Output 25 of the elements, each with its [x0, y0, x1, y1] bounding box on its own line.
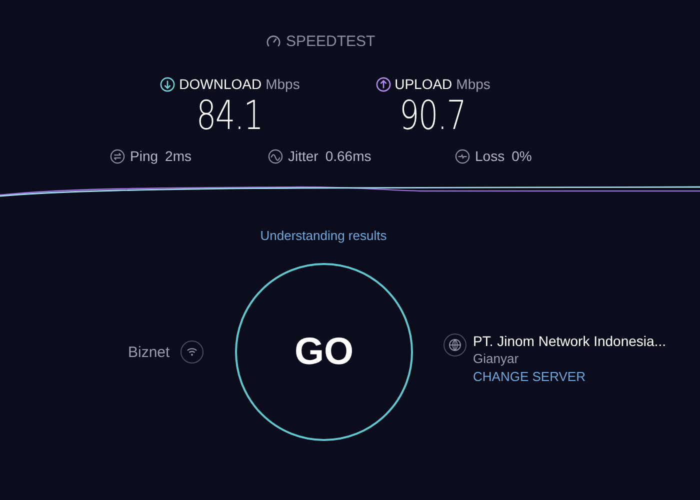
loss-icon [455, 148, 470, 164]
change-server-link[interactable]: CHANGE SERVER [473, 368, 666, 384]
go-button[interactable]: GO [235, 263, 413, 441]
provider-name: Biznet [128, 344, 170, 360]
wifi-icon [180, 340, 204, 364]
metric-label: Ping [130, 148, 158, 164]
metric-value: 0.66ms [325, 148, 372, 164]
result-label: UPLOAD [394, 76, 452, 92]
speed-value: 84.1 [196, 94, 264, 138]
metric-label: Jitter [288, 148, 318, 164]
unit-label: Mbps [266, 76, 300, 92]
unit-label: Mbps [456, 76, 490, 92]
gauge-icon [266, 34, 281, 49]
server-location: Gianyar [473, 350, 520, 366]
metric-value: 2ms [165, 148, 192, 164]
understanding-results-link[interactable]: Understanding results [260, 228, 387, 243]
ping-icon [110, 148, 125, 164]
wave-icon [268, 148, 283, 164]
metric-value: 0% [512, 148, 532, 164]
result-label: DOWNLOAD [179, 76, 262, 92]
speed-value: 90.7 [400, 94, 466, 138]
globe-icon [443, 332, 467, 356]
brand-name: SPEEDTEST [286, 33, 376, 50]
metric-label: Loss [475, 148, 505, 164]
server-name: PT. Jinom Network Indonesia... [473, 332, 666, 348]
